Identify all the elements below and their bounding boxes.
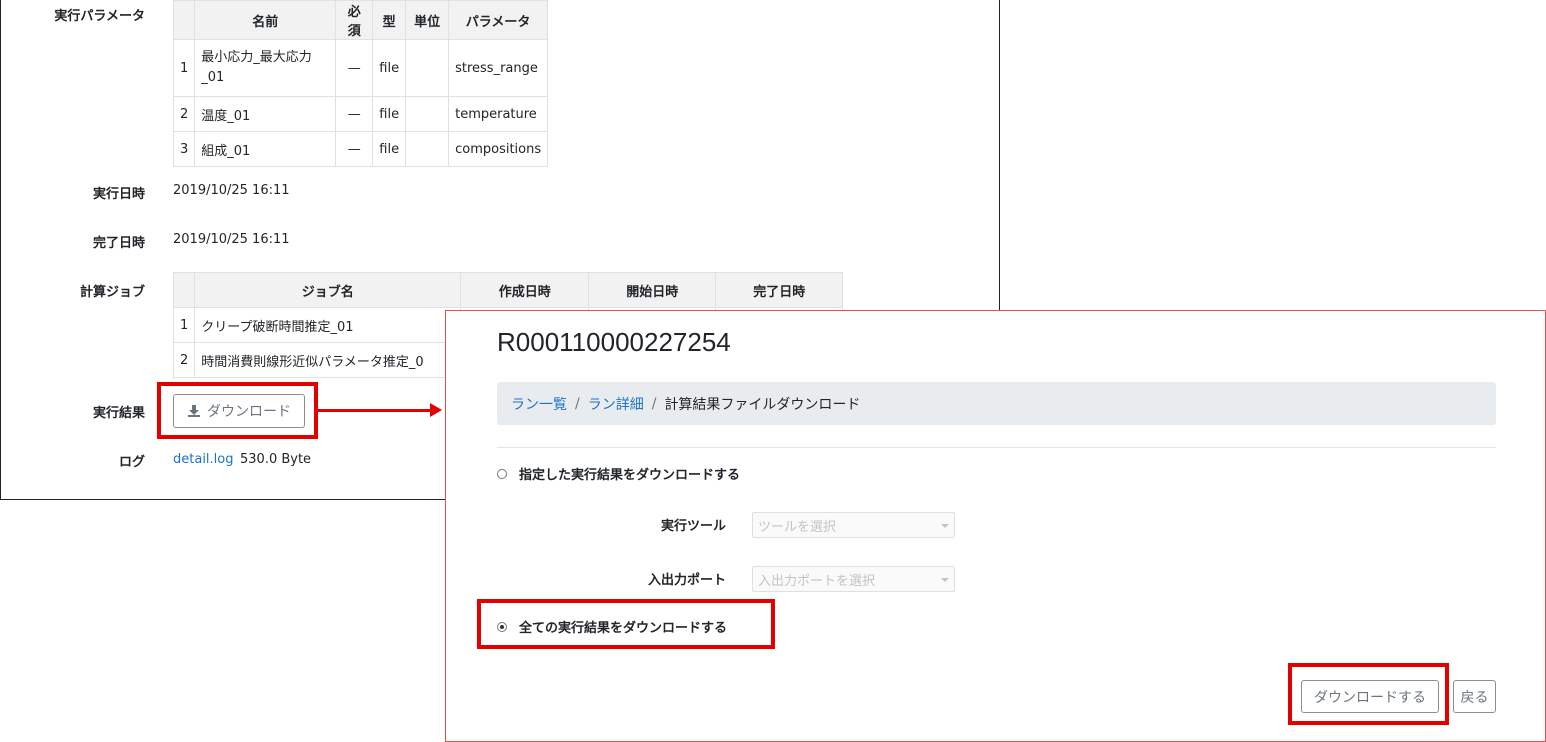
row-unit (405, 131, 450, 167)
row-type: file (372, 96, 407, 132)
exec-date-value: 2019/10/25 16:11 (173, 183, 290, 198)
row-no: 1 (172, 307, 196, 343)
jobs-header-row: ジョブ名 作成日時 開始日時 完了日時 (172, 272, 844, 308)
breadcrumb: ラン一覧 / ラン詳細 / 計算結果ファイルダウンロード (497, 382, 1496, 425)
row-name: 組成_01 (194, 131, 337, 167)
breadcrumb-separator: / (651, 395, 657, 412)
jobs-header-name: ジョブ名 (194, 272, 462, 308)
done-date-value: 2019/10/25 16:11 (173, 232, 290, 247)
params-header-param: パラメータ (448, 0, 549, 40)
arrow-line (318, 409, 432, 412)
row-type: file (372, 131, 407, 167)
tool-label: 実行ツール (660, 519, 726, 534)
option-specified-row[interactable]: 指定した実行結果をダウンロードする (497, 464, 740, 483)
row-no: 2 (172, 342, 196, 378)
port-label: 入出力ポート (647, 573, 726, 588)
back-button[interactable]: 戻る (1453, 680, 1496, 713)
row-unit (405, 96, 450, 132)
row-no: 1 (172, 39, 196, 97)
option-specified-label: 指定した実行結果をダウンロードする (519, 468, 741, 483)
row-unit (405, 39, 450, 97)
log-label: ログ (118, 455, 145, 470)
done-date-label: 完了日時 (92, 236, 145, 251)
row-param: temperature (448, 96, 549, 132)
params-header-row: 名前 必須 型 単位 パラメータ (172, 0, 549, 40)
params-table: 名前 必須 型 単位 パラメータ 1 最小応力_最大応力_01 — file s… (172, 0, 549, 167)
page-title: R000110000227254 (497, 327, 731, 357)
row-no: 2 (172, 96, 196, 132)
jobs-header-created: 作成日時 (460, 272, 590, 308)
row-required: — (335, 39, 374, 97)
row-type: file (372, 39, 407, 97)
jobs-header-finished: 完了日時 (715, 272, 844, 308)
row-param: stress_range (448, 39, 549, 97)
params-label: 実行パラメータ (54, 9, 145, 24)
breadcrumb-run-list[interactable]: ラン一覧 (511, 394, 567, 414)
tool-select-placeholder: ツールを選択 (758, 519, 837, 535)
table-row: 2 温度_01 — file temperature (172, 96, 549, 132)
arrow-head-icon (430, 403, 442, 417)
highlight-submit-button (1288, 663, 1449, 725)
divider (497, 447, 1496, 448)
breadcrumb-separator: / (575, 395, 580, 412)
port-select[interactable]: 入出力ポートを選択 (752, 566, 955, 592)
row-name: 最小応力_最大応力_01 (194, 39, 337, 97)
breadcrumb-run-detail[interactable]: ラン詳細 (588, 394, 644, 414)
table-row: 3 組成_01 — file compositions (172, 131, 549, 167)
row-required: — (335, 131, 374, 167)
row-param: compositions (448, 131, 549, 167)
log-file-size: 530.0 Byte (240, 452, 312, 467)
breadcrumb-current: 計算結果ファイルダウンロード (664, 396, 861, 413)
highlight-download-button (157, 382, 318, 439)
params-header-no (172, 0, 196, 40)
params-header-required: 必須 (335, 0, 374, 40)
jobs-label: 計算ジョブ (79, 285, 145, 300)
table-row: 1 最小応力_最大応力_01 — file stress_range (172, 39, 549, 97)
highlight-option-all (477, 599, 775, 649)
chevron-down-icon (941, 578, 949, 582)
tool-select[interactable]: ツールを選択 (752, 512, 955, 538)
params-header-unit: 単位 (405, 0, 450, 40)
chevron-down-icon (941, 524, 949, 528)
port-select-placeholder: 入出力ポートを選択 (758, 573, 876, 589)
row-job-name: クリープ破断時間推定_01 (194, 307, 462, 343)
row-required: — (335, 96, 374, 132)
params-header-type: 型 (372, 0, 407, 40)
row-no: 3 (172, 131, 196, 167)
log-file-link[interactable]: detail.log (173, 452, 234, 467)
row-job-name: 時間消費則線形近似パラメータ推定_0 (194, 342, 462, 378)
jobs-header-no (172, 272, 196, 308)
jobs-header-started: 開始日時 (588, 272, 717, 308)
params-header-name: 名前 (194, 0, 337, 40)
row-name: 温度_01 (194, 96, 337, 132)
result-label: 実行結果 (92, 406, 145, 421)
exec-date-label: 実行日時 (92, 187, 145, 202)
option-specified-radio[interactable] (497, 468, 507, 479)
